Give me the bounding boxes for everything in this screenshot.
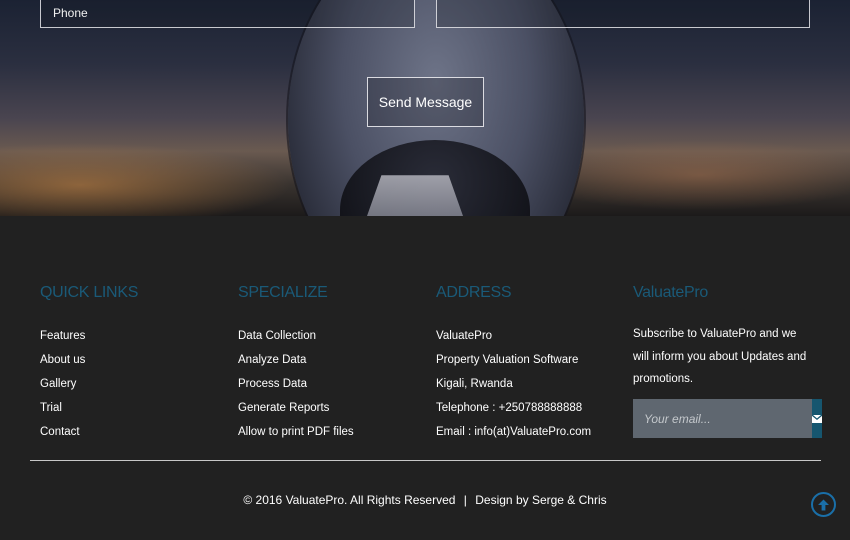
footer-divider xyxy=(30,460,821,461)
design-credit: Design by Serge & Chris xyxy=(475,493,607,507)
address-column: ADDRESS ValuatePro Property Valuation So… xyxy=(436,284,626,444)
phone-field-wrapper xyxy=(40,0,415,28)
address-email: Email : info(at)ValuatePro.com xyxy=(436,426,592,438)
envelope-icon xyxy=(812,414,822,423)
site-footer: QUICK LINKS Features About us Gallery Tr… xyxy=(0,216,850,540)
send-message-button[interactable]: Send Message xyxy=(367,77,484,127)
specialize-link-analyze-data[interactable]: Analyze Data xyxy=(238,354,306,366)
address-heading: ADDRESS xyxy=(436,284,512,301)
footer-link-gallery[interactable]: Gallery xyxy=(40,378,76,390)
newsletter-description: Subscribe to ValuatePro and we will info… xyxy=(633,328,807,385)
contact-field-wrapper xyxy=(436,0,810,28)
footer-link-about-us[interactable]: About us xyxy=(40,354,85,366)
newsletter-form xyxy=(633,399,822,438)
footer-link-trial[interactable]: Trial xyxy=(40,402,62,414)
footer-link-features[interactable]: Features xyxy=(40,330,85,342)
quick-links-column: QUICK LINKS Features About us Gallery Tr… xyxy=(40,284,230,444)
newsletter-email-input[interactable] xyxy=(633,399,812,438)
address-telephone: Telephone : +250788888888 xyxy=(436,402,583,414)
copyright-text: © 2016 ValuatePro. All Rights Reserved xyxy=(243,493,456,507)
contact-section: Send Message xyxy=(0,0,850,216)
specialize-link-generate-reports[interactable]: Generate Reports xyxy=(238,402,329,414)
address-company-name: ValuatePro xyxy=(436,330,493,342)
footer-link-contact[interactable]: Contact xyxy=(40,426,80,438)
newsletter-column: ValuatePro Subscribe to ValuatePro and w… xyxy=(633,284,822,438)
contact-input[interactable] xyxy=(437,0,809,27)
specialize-heading: SPECIALIZE xyxy=(238,284,328,301)
address-location: Kigali, Rwanda xyxy=(436,378,513,390)
newsletter-subscribe-button[interactable] xyxy=(812,399,822,438)
copyright-separator: | xyxy=(463,493,467,507)
specialize-link-data-collection[interactable]: Data Collection xyxy=(238,330,316,342)
arrow-up-circle-icon xyxy=(818,499,829,510)
address-company-description: Property Valuation Software xyxy=(436,354,579,366)
copyright-bar: © 2016 ValuatePro. All Rights Reserved |… xyxy=(0,493,850,507)
specialize-column: SPECIALIZE Data Collection Analyze Data … xyxy=(238,284,428,444)
specialize-link-process-data[interactable]: Process Data xyxy=(238,378,307,390)
back-to-top-button[interactable] xyxy=(811,492,836,517)
phone-input[interactable] xyxy=(41,0,414,27)
specialize-link-print-pdf[interactable]: Allow to print PDF files xyxy=(238,426,354,438)
newsletter-heading: ValuatePro xyxy=(633,284,708,301)
quick-links-heading: QUICK LINKS xyxy=(40,284,139,301)
